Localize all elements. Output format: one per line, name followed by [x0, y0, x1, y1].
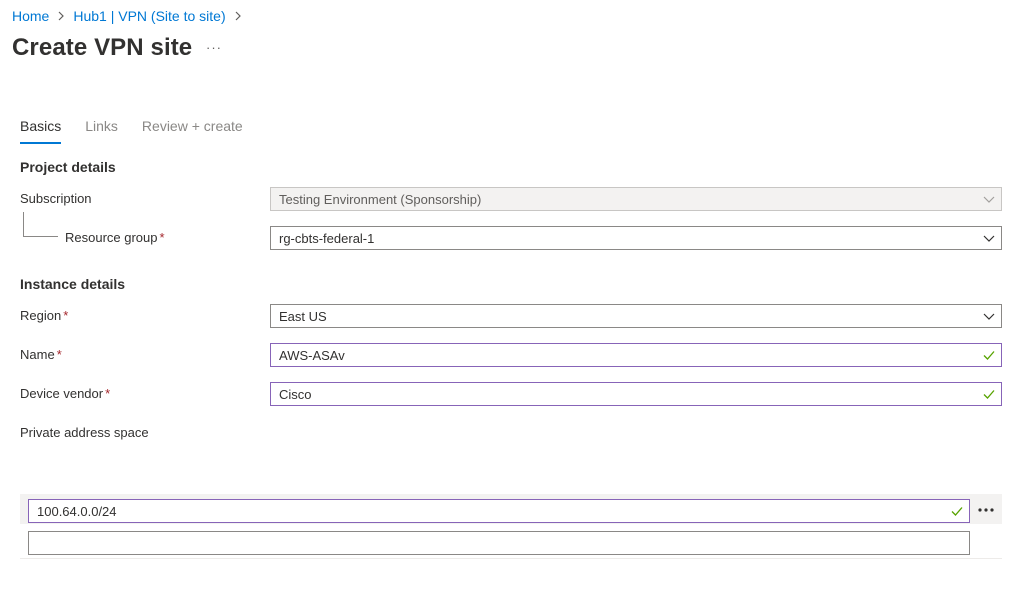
breadcrumb-home-link[interactable]: Home — [12, 8, 49, 24]
address-space-value: 100.64.0.0/24 — [37, 503, 117, 519]
name-input[interactable]: AWS-ASAv — [270, 343, 1002, 367]
private-address-space-label: Private address space — [20, 425, 149, 440]
subscription-dropdown[interactable]: Testing Environment (Sponsorship) — [270, 187, 1002, 211]
breadcrumb-hub-link[interactable]: Hub1 | VPN (Site to site) — [73, 8, 225, 24]
resource-group-dropdown[interactable]: rg-cbts-federal-1 — [270, 226, 1002, 250]
required-marker: * — [105, 386, 111, 401]
required-marker: * — [56, 347, 62, 362]
checkmark-icon — [977, 344, 1001, 366]
chevron-down-icon — [977, 188, 1001, 210]
instance-details-heading: Instance details — [20, 276, 126, 292]
address-space-input-new[interactable] — [28, 531, 970, 555]
device-vendor-label: Device vendor * — [20, 386, 111, 401]
grid-divider — [20, 558, 1002, 559]
region-value: East US — [279, 308, 327, 324]
region-label: Region * — [20, 308, 69, 323]
tree-connector — [23, 212, 58, 237]
breadcrumb: Home Hub1 | VPN (Site to site) — [12, 6, 250, 26]
tab-basics[interactable]: Basics — [20, 118, 62, 144]
row-more-icon[interactable] — [974, 500, 998, 520]
resource-group-value: rg-cbts-federal-1 — [279, 230, 375, 246]
checkmark-icon — [977, 383, 1001, 405]
region-dropdown[interactable]: East US — [270, 304, 1002, 328]
tab-links[interactable]: Links — [85, 118, 118, 144]
checkmark-icon — [945, 500, 969, 522]
subscription-value: Testing Environment (Sponsorship) — [279, 191, 482, 207]
subscription-label: Subscription — [20, 191, 92, 206]
name-label: Name * — [20, 347, 62, 362]
page-title: Create VPN site — [12, 34, 193, 61]
required-marker: * — [63, 308, 69, 323]
resource-group-label: Resource group * — [65, 230, 165, 245]
more-options-button[interactable]: ··· — [206, 40, 222, 55]
wizard-tabs: Basics Links Review + create — [20, 118, 267, 144]
address-space-input[interactable]: 100.64.0.0/24 — [28, 499, 970, 523]
device-vendor-value: Cisco — [279, 386, 312, 402]
required-marker: * — [159, 230, 165, 245]
chevron-down-icon — [977, 227, 1001, 249]
chevron-right-icon — [55, 9, 67, 23]
device-vendor-input[interactable]: Cisco — [270, 382, 1002, 406]
chevron-right-icon — [232, 9, 244, 23]
chevron-down-icon — [977, 305, 1001, 327]
project-details-heading: Project details — [20, 159, 116, 175]
name-value: AWS-ASAv — [279, 347, 345, 363]
tab-review-create[interactable]: Review + create — [142, 118, 243, 144]
